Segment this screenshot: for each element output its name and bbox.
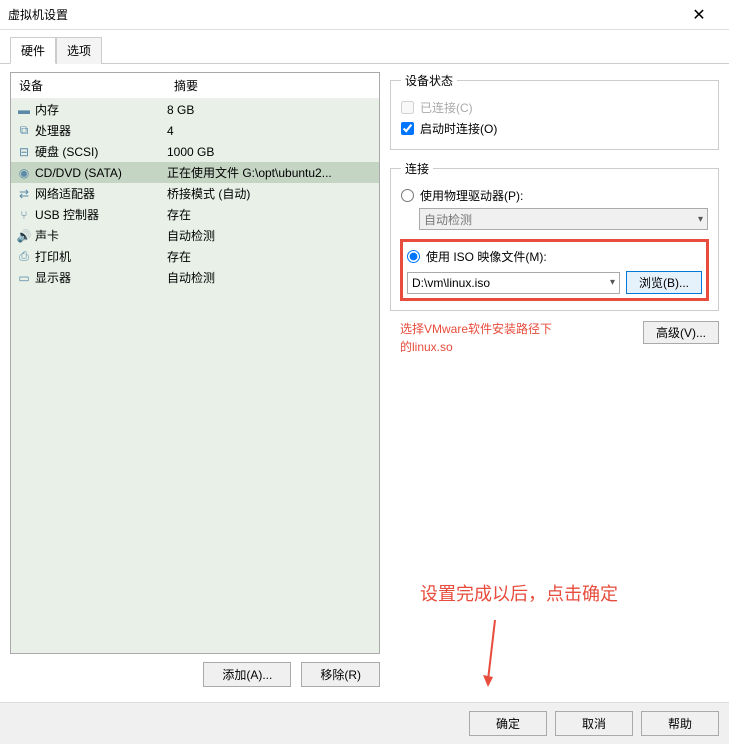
device-name: 内存 — [35, 101, 59, 118]
window-title: 虚拟机设置 — [8, 6, 677, 23]
list-item[interactable]: ⧉ 处理器 4 — [11, 120, 379, 141]
device-summary: 自动检测 — [167, 269, 373, 286]
cancel-button[interactable]: 取消 — [555, 711, 633, 736]
list-item[interactable]: ◉ CD/DVD (SATA) 正在使用文件 G:\opt\ubuntu2... — [11, 162, 379, 183]
dialog-footer: 确定 取消 帮助 — [0, 702, 729, 744]
cd-icon: ◉ — [17, 166, 31, 180]
chevron-down-icon[interactable]: ▾ — [610, 277, 615, 288]
annotation-text-1: 选择VMware软件安装路径下 的linux.so — [400, 320, 552, 356]
list-item[interactable]: ⑂ USB 控制器 存在 — [11, 204, 379, 225]
connect-start-label: 启动时连接(O) — [420, 120, 497, 137]
connection-legend: 连接 — [401, 160, 433, 177]
header-device: 设备 — [11, 73, 166, 98]
display-icon: ▭ — [17, 271, 31, 285]
list-item[interactable]: ⊟ 硬盘 (SCSI) 1000 GB — [11, 141, 379, 162]
iso-path-combo[interactable]: D:\vm\linux.iso ▾ — [407, 272, 620, 294]
device-name: 显示器 — [35, 269, 71, 286]
close-icon[interactable]: ✕ — [677, 0, 721, 30]
annotation-text-2: 设置完成以后，点击确定 — [420, 580, 618, 606]
cpu-icon: ⧉ — [17, 124, 31, 138]
connection-group: 连接 使用物理驱动器(P): 自动检测 ▾ 使用 ISO 映像文件(M): D — [390, 160, 719, 311]
list-item[interactable]: ▭ 显示器 自动检测 — [11, 267, 379, 288]
ok-button[interactable]: 确定 — [469, 711, 547, 736]
iso-highlight-box: 使用 ISO 映像文件(M): D:\vm\linux.iso ▾ 浏览(B).… — [401, 240, 708, 300]
device-summary: 存在 — [167, 206, 373, 223]
chevron-down-icon: ▾ — [698, 214, 703, 225]
device-status-legend: 设备状态 — [401, 72, 457, 89]
device-summary: 4 — [167, 124, 373, 138]
tab-hardware[interactable]: 硬件 — [10, 37, 56, 64]
physical-drive-combo: 自动检测 ▾ — [419, 208, 708, 230]
device-summary: 1000 GB — [167, 145, 373, 159]
memory-icon: ▬ — [17, 103, 31, 117]
iso-radio[interactable] — [407, 250, 420, 263]
device-summary: 自动检测 — [167, 227, 373, 244]
arrow-icon — [480, 615, 510, 695]
list-item[interactable]: 🔊 声卡 自动检测 — [11, 225, 379, 246]
header-summary: 摘要 — [166, 73, 379, 98]
usb-icon: ⑂ — [17, 208, 31, 222]
device-name: CD/DVD (SATA) — [35, 166, 122, 180]
net-icon: ⇄ — [17, 187, 31, 201]
device-name: 声卡 — [35, 227, 59, 244]
remove-button[interactable]: 移除(R) — [301, 662, 380, 687]
printer-icon: ⎙ — [17, 250, 31, 264]
tab-strip: 硬件 选项 — [0, 30, 729, 64]
iso-label: 使用 ISO 映像文件(M): — [426, 248, 547, 265]
device-summary: 8 GB — [167, 103, 373, 117]
browse-button[interactable]: 浏览(B)... — [626, 271, 702, 294]
disk-icon: ⊟ — [17, 145, 31, 159]
physical-label: 使用物理驱动器(P): — [420, 187, 523, 204]
device-name: 打印机 — [35, 248, 71, 265]
sound-icon: 🔊 — [17, 229, 31, 243]
titlebar: 虚拟机设置 ✕ — [0, 0, 729, 30]
device-name: 网络适配器 — [35, 185, 95, 202]
add-button[interactable]: 添加(A)... — [203, 662, 291, 687]
device-summary: 正在使用文件 G:\opt\ubuntu2... — [167, 164, 373, 181]
device-name: 硬盘 (SCSI) — [35, 143, 98, 160]
connected-checkbox — [401, 101, 414, 114]
list-item[interactable]: ⎙ 打印机 存在 — [11, 246, 379, 267]
connected-label: 已连接(C) — [420, 99, 473, 116]
device-list: 设备 摘要 ▬ 内存 8 GB ⧉ 处理器 4 ⊟ 硬盘 (SCSI) 1000 GB ◉ CD/D… — [10, 72, 380, 654]
list-item[interactable]: ▬ 内存 8 GB — [11, 99, 379, 120]
physical-radio[interactable] — [401, 189, 414, 202]
list-item[interactable]: ⇄ 网络适配器 桥接模式 (自动) — [11, 183, 379, 204]
device-name: 处理器 — [35, 122, 71, 139]
device-name: USB 控制器 — [35, 206, 99, 223]
iso-path-value: D:\vm\linux.iso — [412, 276, 490, 290]
tab-options[interactable]: 选项 — [56, 37, 102, 64]
list-header: 设备 摘要 — [11, 73, 379, 99]
advanced-button[interactable]: 高级(V)... — [643, 321, 719, 344]
help-button[interactable]: 帮助 — [641, 711, 719, 736]
connect-start-checkbox[interactable] — [401, 122, 414, 135]
device-summary: 存在 — [167, 248, 373, 265]
device-status-group: 设备状态 已连接(C) 启动时连接(O) — [390, 72, 719, 150]
device-summary: 桥接模式 (自动) — [167, 185, 373, 202]
